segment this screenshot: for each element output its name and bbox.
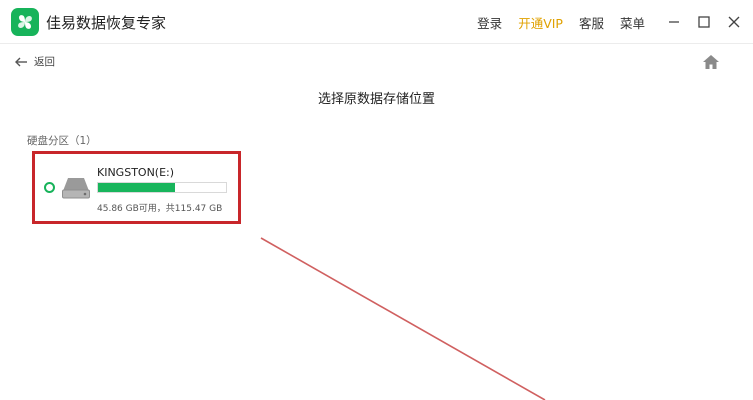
close-button[interactable] (719, 7, 749, 37)
login-link[interactable]: 登录 (477, 13, 502, 32)
close-icon (728, 16, 740, 28)
top-actions: 登录 开通VIP 客服 菜单 (477, 0, 753, 44)
vip-link[interactable]: 开通VIP (518, 13, 563, 32)
maximize-button[interactable] (689, 7, 719, 37)
drive-name: KINGSTON(E:) (97, 166, 175, 179)
back-label: 返回 (34, 56, 55, 68)
app-window: 佳易数据恢复专家 登录 开通VIP 客服 菜单 返回 选择原数据存储位置 硬盘分… (0, 0, 753, 400)
drive-usage-fill (98, 183, 175, 192)
hard-drive-icon (61, 175, 91, 201)
minimize-button[interactable] (659, 7, 689, 37)
back-button[interactable]: 返回 (14, 54, 55, 69)
drive-usage-bar (97, 182, 227, 193)
menu-link[interactable]: 菜单 (620, 13, 645, 32)
app-title: 佳易数据恢复专家 (46, 14, 167, 32)
service-link[interactable]: 客服 (579, 13, 604, 32)
home-button[interactable] (702, 54, 720, 70)
section-label: 硬盘分区（1） (27, 135, 97, 147)
arrow-left-icon (15, 57, 27, 66)
drive-card[interactable]: KINGSTON(E:) 45.86 GB可用，共115.47 GB (32, 151, 241, 224)
drive-size-text: 45.86 GB可用，共115.47 GB (97, 204, 223, 214)
page-title: 选择原数据存储位置 (317, 92, 435, 107)
maximize-icon (698, 16, 710, 28)
home-icon (703, 55, 719, 69)
clover-logo-icon (11, 8, 39, 36)
drive-radio[interactable] (44, 182, 55, 193)
minimize-icon (669, 21, 679, 23)
title-bar: 佳易数据恢复专家 登录 开通VIP 客服 菜单 (0, 0, 753, 44)
